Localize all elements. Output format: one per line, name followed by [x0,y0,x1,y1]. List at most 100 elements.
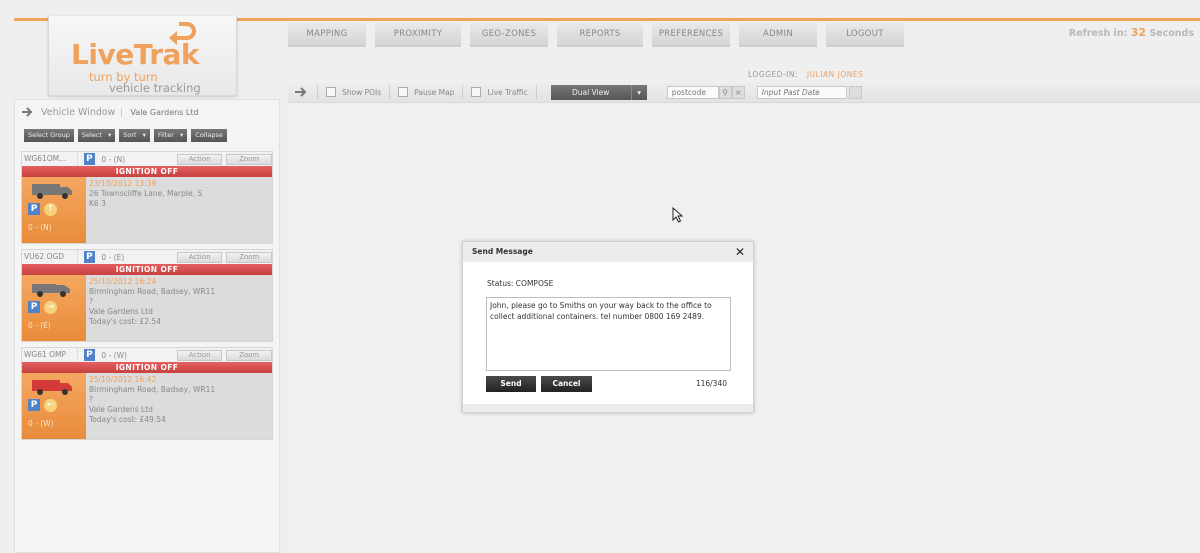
nav-geo-zones[interactable]: GEO-ZONES [470,23,548,47]
past-date-input[interactable] [756,85,847,99]
search-icon[interactable]: ⚲ [718,85,732,99]
zoom-button[interactable]: Zoom [226,251,272,263]
logged-in-user: JULIAN JONES [806,70,864,79]
van-icon [32,380,72,395]
select-group-label: Select Group [28,131,70,139]
checkbox-box[interactable] [326,87,336,97]
vehicle-card[interactable]: WG61 OMP P 0 - (W) Action Zoom IGNITION … [21,347,273,440]
vehicle-speed: 0 - (N) [101,154,126,164]
refresh-suffix: Seconds [1149,28,1194,39]
vehicle-speed-secondary: 0 - (W) [28,419,54,428]
action-button[interactable]: Action [176,349,223,361]
top-accent-line [232,18,1200,21]
vehicle-timestamp: 25/10/2012 16:42 [89,375,157,384]
chevron-down-icon: ▾ [142,131,146,139]
vehicle-address-1: Birmingham Road, Badsey, WR11 [89,385,216,394]
collapse-arrow-icon[interactable] [21,106,35,118]
vehicle-window-group: Vale Gardens Ltd [121,107,199,117]
dialog-footer [463,404,753,412]
pause-map-checkbox[interactable]: Pause Map [398,87,454,97]
show-pois-checkbox[interactable]: Show POIs [326,87,381,97]
nav-mapping[interactable]: MAPPING [288,23,366,47]
action-button[interactable]: Action [176,153,223,165]
nav-reports[interactable]: REPORTS [557,23,643,47]
filter-label: Filter [157,131,174,139]
checkbox-box[interactable] [471,87,482,97]
ignition-status: IGNITION OFF [22,264,272,275]
send-button[interactable]: Send [486,376,536,392]
main-nav: MAPPING PROXIMITY GEO-ZONES REPORTS PREF… [288,23,904,47]
vehicle-address-3: Vale Gardens Ltd [89,405,153,414]
message-textarea[interactable]: John, please go to Smiths on your way ba… [486,297,731,371]
nav-preferences[interactable]: PREFERENCES [652,23,730,47]
vehicle-address-1: Birmingham Road, Badsey, WR11 [89,287,216,296]
select-group-button[interactable]: Select Group [24,129,74,142]
sort-label: Sort [123,131,137,139]
toolbar-divider [462,85,464,99]
zoom-button[interactable]: Zoom [226,153,272,165]
live-traffic-checkbox[interactable]: Live Traffic [471,87,528,97]
toolbar-divider [389,85,391,99]
vehicle-cost: Today's cost: £2.54 [89,317,161,326]
nav-logout[interactable]: LOGOUT [826,23,904,47]
vehicle-speed-secondary: 0 - (E) [28,321,51,330]
pause-map-label: Pause Map [414,87,455,97]
live-traffic-label: Live Traffic [487,87,528,97]
logo-tagline-2: vehicle tracking [109,81,201,95]
filter-dropdown[interactable]: Filter ▾ [153,129,188,142]
logged-in-label: LOGGED-IN: [748,70,799,79]
nav-proximity[interactable]: PROXIMITY [375,23,461,47]
calendar-icon[interactable] [848,85,862,99]
select-label: Select [81,131,102,139]
postcode-input[interactable] [666,85,719,99]
zoom-button[interactable]: Zoom [226,349,272,361]
toolbar-divider [535,85,537,99]
direction-arrow-icon: ← [44,399,57,412]
vehicle-reg: WG61 OMP [22,348,78,362]
cancel-button[interactable]: Cancel [541,376,592,392]
expand-arrow-icon[interactable] [293,85,309,99]
vehicle-speed-secondary: 0 - (N) [28,223,52,232]
close-icon[interactable]: ✕ [735,242,745,262]
vehicle-address-3: Vale Gardens Ltd [89,307,153,316]
vehicle-card[interactable]: VU62 OGD P 0 - (E) Action Zoom IGNITION … [21,249,273,342]
chevron-down-icon: ▾ [107,131,112,139]
parked-icon: P [28,399,40,411]
chevron-down-icon: ▾ [179,131,184,139]
message-status: Status: COMPOSE [487,279,554,288]
send-message-dialog: Send Message ✕ Status: COMPOSE John, ple… [462,241,754,413]
mouse-cursor-icon [672,207,684,223]
ignition-status: IGNITION OFF [22,166,272,177]
logged-in-info: LOGGED-IN: JULIAN JONES [748,70,863,79]
checkbox-box[interactable] [398,87,409,97]
vehicle-address-2: ? [89,297,93,306]
vehicle-address-2: ? [89,395,93,404]
refresh-value: 32 [1130,26,1147,39]
logo-text: LiveTrak [71,38,200,71]
sort-dropdown[interactable]: Sort ▾ [119,129,150,142]
parked-icon: P [83,349,96,361]
vehicle-reg: WG61OM... [22,152,78,166]
vehicle-card[interactable]: WG61OM... P 0 - (N) Action Zoom IGNITION… [21,151,273,244]
vehicle-address-1: 26 Townscliffe Lane, Marple, S [89,189,203,198]
refresh-prefix: Refresh in: [1068,28,1128,39]
dialog-title: Send Message [472,247,533,256]
vehicle-actions-bar: Select Group Select ▾ Sort ▾ Filter ▾ Colla… [24,129,227,142]
parked-icon: P [83,251,96,263]
direction-arrow-icon: → [44,301,57,314]
action-button[interactable]: Action [176,251,223,263]
character-count: 116/340 [695,379,727,388]
collapse-label: Collapse [195,131,223,139]
nav-admin[interactable]: ADMIN [739,23,817,47]
view-select[interactable]: Dual View ▾ [550,84,647,100]
select-dropdown[interactable]: Select ▾ [77,129,116,142]
vehicle-window-header: Vehicle Window Vale Gardens Ltd [21,106,199,118]
clear-icon[interactable]: × [731,85,745,99]
map-toolbar: Show POIs Pause Map Live Traffic Dual Vi… [288,82,1200,103]
vehicle-window-panel: Vehicle Window Vale Gardens Ltd Select G… [14,99,280,553]
vehicle-reg: VU62 OGD [22,250,78,264]
vehicle-speed: 0 - (E) [101,252,125,262]
parked-icon: P [28,301,40,313]
direction-arrow-icon: ↑ [44,203,57,216]
collapse-button[interactable]: Collapse [191,129,227,142]
